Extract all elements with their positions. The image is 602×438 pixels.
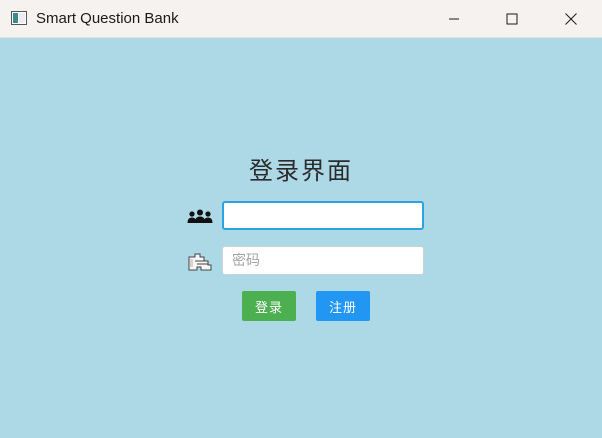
window-title: Smart Question Bank	[36, 10, 179, 27]
title-bar[interactable]: Smart Question Bank	[0, 0, 602, 38]
maximize-icon	[506, 13, 518, 25]
login-window: Smart Question Bank 登录界面 登录 注册	[0, 0, 602, 438]
app-window-icon	[11, 11, 27, 25]
maximize-button[interactable]	[489, 0, 535, 38]
page-title: 登录界面	[249, 157, 353, 185]
users-icon	[187, 209, 213, 223]
close-icon	[565, 13, 577, 25]
username-input[interactable]	[222, 201, 424, 230]
close-button[interactable]	[548, 0, 594, 38]
login-button[interactable]: 登录	[242, 291, 296, 321]
minimize-icon	[449, 18, 459, 20]
password-input[interactable]	[222, 246, 424, 275]
minimize-button[interactable]	[431, 0, 477, 38]
lock-icon	[188, 253, 212, 271]
register-button[interactable]: 注册	[316, 291, 370, 321]
